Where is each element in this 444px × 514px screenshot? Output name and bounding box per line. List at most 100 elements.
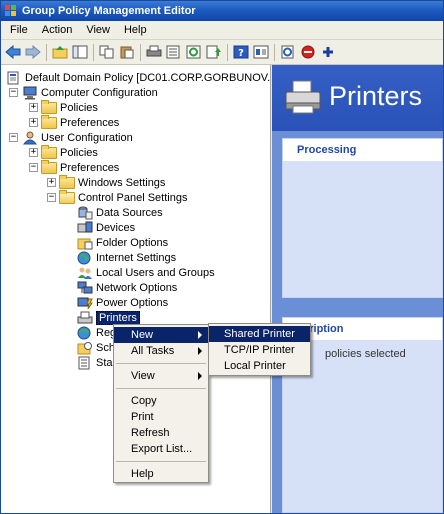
tree-label: Policies (60, 101, 98, 114)
tree-node-cc-preferences[interactable]: Preferences (41, 114, 120, 130)
tree-label: Local Users and Groups (96, 266, 215, 279)
tree-node-data-sources[interactable]: Data Sources (77, 205, 163, 220)
menu-file[interactable]: File (3, 21, 35, 40)
printer-icon (77, 311, 93, 325)
tree-node-windows-settings[interactable]: Windows Settings (59, 174, 166, 190)
add-icon[interactable] (319, 44, 336, 61)
forward-arrow-icon[interactable] (24, 44, 41, 61)
tree-node-power-options[interactable]: Power Options (77, 295, 168, 310)
tree-label: User Configuration (41, 131, 133, 144)
data-sources-icon (77, 206, 93, 220)
menu-item-label: Shared Printer (224, 328, 295, 340)
menu-item-label: Refresh (131, 427, 170, 439)
show-tree-icon[interactable] (71, 44, 88, 61)
context-menu-copy[interactable]: Copy (114, 393, 208, 409)
tree-label: Internet Settings (96, 251, 177, 264)
tree-node-printers[interactable]: Printers (77, 310, 140, 325)
svg-text:?: ? (238, 48, 244, 59)
devices-icon (77, 221, 93, 235)
context-menu-refresh[interactable]: Refresh (114, 425, 208, 441)
expand-icon[interactable]: + (29, 148, 38, 157)
toolbar-separator (46, 43, 47, 61)
expand-icon[interactable]: + (29, 103, 38, 112)
submenu-arrow-icon (198, 331, 202, 339)
tree-node-user-configuration[interactable]: User Configuration (22, 130, 133, 145)
print-icon[interactable] (145, 44, 162, 61)
new-submenu: Shared Printer TCP/IP Printer Local Prin… (208, 323, 311, 376)
tree-node-uc-preferences[interactable]: Preferences (41, 159, 119, 175)
back-arrow-icon[interactable] (4, 44, 21, 61)
title-bar[interactable]: Group Policy Management Editor (1, 1, 443, 21)
folder-options-icon (77, 236, 93, 250)
computer-icon (22, 86, 38, 100)
submenu-local-printer[interactable]: Local Printer (209, 358, 310, 374)
toolbar-separator (93, 43, 94, 61)
export-list-icon[interactable] (205, 44, 222, 61)
menu-item-label: Export List... (131, 443, 193, 455)
tree-node-network-options[interactable]: Network Options (77, 280, 177, 295)
export-icon[interactable] (165, 44, 182, 61)
globe-icon (77, 326, 93, 340)
user-icon (22, 131, 38, 145)
window-title: Group Policy Management Editor (22, 5, 196, 17)
refresh-icon[interactable] (279, 44, 296, 61)
folder-icon (41, 99, 57, 115)
tree-label: Computer Configuration (41, 86, 158, 99)
policy-document-icon (6, 71, 22, 85)
tree-node-regional-options[interactable]: Reg (77, 325, 116, 340)
menu-item-label: Print (131, 411, 154, 423)
menu-item-label: View (131, 370, 155, 382)
collapse-icon[interactable]: − (29, 163, 38, 172)
tree-node-local-users-groups[interactable]: Local Users and Groups (77, 265, 215, 280)
tree-node-control-panel-settings[interactable]: Control Panel Settings (59, 189, 187, 205)
context-menu-new[interactable]: New (114, 327, 208, 343)
submenu-tcpip-printer[interactable]: TCP/IP Printer (209, 342, 310, 358)
submenu-shared-printer[interactable]: Shared Printer (209, 326, 310, 342)
context-menu-export-list[interactable]: Export List... (114, 441, 208, 457)
tree-node-scheduled-tasks[interactable]: Sch (77, 340, 115, 355)
details-pane: Printers Processing scription policies s… (272, 65, 443, 513)
toolbar-separator (274, 43, 275, 61)
tree-node-root[interactable]: Default Domain Policy [DC01.CORP.GORBUNO… (6, 70, 270, 85)
folder-icon (59, 174, 75, 190)
tree-node-devices[interactable]: Devices (77, 220, 135, 235)
up-folder-icon[interactable] (51, 44, 68, 61)
menu-action[interactable]: Action (35, 21, 80, 40)
tree-label: Network Options (96, 281, 178, 294)
menu-item-label: New (131, 329, 154, 341)
context-menu-print[interactable]: Print (114, 409, 208, 425)
tree-node-folder-options[interactable]: Folder Options (77, 235, 168, 250)
tree-label: Windows Settings (78, 176, 166, 189)
menu-item-label: All Tasks (131, 345, 175, 357)
tree-label: Preferences (60, 116, 120, 129)
properties-icon[interactable] (252, 44, 269, 61)
tree-node-internet-settings[interactable]: Internet Settings (77, 250, 176, 265)
expand-icon[interactable]: + (47, 178, 56, 187)
collapse-icon[interactable]: − (9, 133, 18, 142)
menu-separator (116, 388, 206, 389)
help-icon[interactable]: ? (232, 44, 249, 61)
printer-icon (284, 79, 322, 115)
context-menu-view[interactable]: View (114, 368, 208, 384)
power-icon (77, 296, 93, 310)
refresh-icon[interactable] (185, 44, 202, 61)
expand-icon[interactable]: + (29, 118, 38, 127)
folder-open-icon (59, 189, 75, 205)
menu-help[interactable]: Help (117, 21, 154, 40)
tree-label: Data Sources (96, 206, 163, 219)
menu-view[interactable]: View (79, 21, 117, 40)
details-title: Printers (329, 81, 423, 111)
context-menu-all-tasks[interactable]: All Tasks (114, 343, 208, 359)
toolbar-separator (140, 43, 141, 61)
collapse-icon[interactable]: − (9, 88, 18, 97)
copy-icon[interactable] (98, 44, 115, 61)
context-menu-help[interactable]: Help (114, 466, 208, 482)
disable-icon[interactable] (299, 44, 316, 61)
collapse-icon[interactable]: − (47, 193, 56, 202)
tree-node-start-menu[interactable]: Sta (77, 355, 113, 370)
tree-node-cc-policies[interactable]: Policies (41, 99, 98, 115)
paste-icon[interactable] (118, 44, 135, 61)
tree-node-uc-policies[interactable]: Policies (41, 144, 98, 160)
tree-node-computer-configuration[interactable]: Computer Configuration (22, 85, 158, 100)
tree-label: Folder Options (96, 236, 169, 249)
